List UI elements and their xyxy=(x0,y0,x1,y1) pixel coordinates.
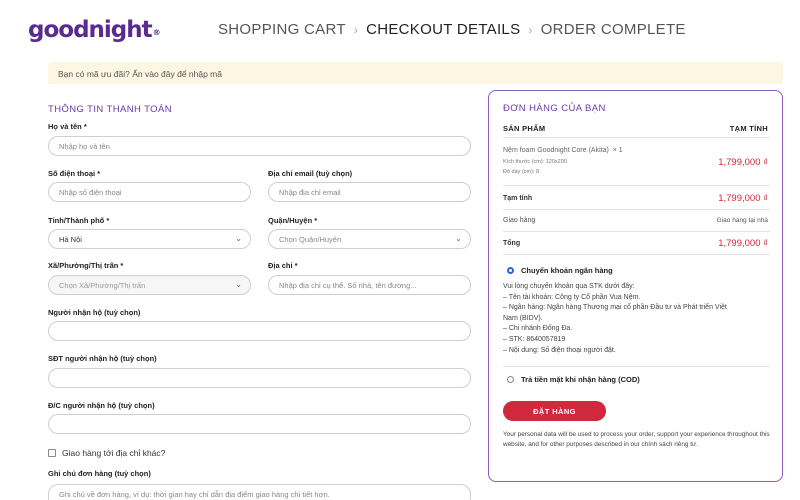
order-title: ĐƠN HÀNG CỦA BẠN xyxy=(503,103,606,114)
cod-radio[interactable] xyxy=(507,376,514,383)
product-name-row: Nệm foam Goodnight Core (Akita) × 1 xyxy=(503,147,623,154)
privacy-notice: Your personal data will be used to proce… xyxy=(503,431,770,448)
receiver-phone-label: SĐT người nhận hộ (tuỳ chọn) xyxy=(48,354,157,363)
ward-value: Chọn Xã/Phường/Thị trấn xyxy=(59,281,146,290)
divider xyxy=(503,137,770,138)
order-summary-box: ĐƠN HÀNG CỦA BẠN SẢN PHẨM TẠM TÍNH Nệm f… xyxy=(488,90,783,482)
address-label: Địa chỉ * xyxy=(268,261,298,270)
product-qty: × 1 xyxy=(612,147,623,154)
ship-different-label[interactable]: Giao hàng tới địa chỉ khác? xyxy=(62,448,165,458)
bank-transfer-label[interactable]: Chuyển khoản ngân hàng xyxy=(521,266,613,275)
email-label: Địa chỉ email (tuỳ chọn) xyxy=(268,169,353,178)
ward-label: Xã/Phường/Thị trấn * xyxy=(48,261,124,270)
product-name: Nệm foam Goodnight Core (Akita) xyxy=(503,147,609,154)
place-order-button[interactable]: ĐẶT HÀNG xyxy=(503,401,606,421)
ship-different-row[interactable]: Giao hàng tới địa chỉ khác? xyxy=(48,448,165,458)
chevron-down-icon: ⌄ xyxy=(455,234,462,243)
product-size: Kích thước (cm): 120x200 xyxy=(503,159,567,165)
bank-info-line: – Ngân hàng: Ngân hàng Thương mại cổ phầ… xyxy=(503,304,727,312)
bank-info-line: Nam (BIDV). xyxy=(503,314,543,322)
step-order-complete: ORDER COMPLETE xyxy=(540,21,686,38)
district-label: Quận/Huyện * xyxy=(268,216,318,225)
phone-label: Số điện thoại * xyxy=(48,169,101,178)
product-thickness: Độ dày (cm): 8 xyxy=(503,169,540,175)
receiver-address-label: Đ/C người nhận hộ (tuỳ chọn) xyxy=(48,401,155,410)
bank-transfer-radio[interactable] xyxy=(507,267,514,274)
province-select[interactable]: Hà Nội ⌄ xyxy=(48,229,251,249)
full-name-input[interactable]: Nhập họ và tên xyxy=(48,136,471,156)
receiver-address-input[interactable] xyxy=(48,414,471,434)
chevron-right-icon: › xyxy=(353,22,359,37)
col-product-header: SẢN PHẨM xyxy=(503,124,546,133)
coupon-text[interactable]: Bạn có mã ưu đãi? Ấn vào đây để nhập mã xyxy=(58,69,222,79)
subtotal-label: Tạm tính xyxy=(503,195,533,202)
chevron-right-icon: › xyxy=(528,22,533,37)
goodnight-logo[interactable]: goodnight® xyxy=(28,17,161,43)
order-notes-textarea[interactable]: Ghi chú về đơn hàng, ví dụ: thời gian ha… xyxy=(48,484,471,500)
divider xyxy=(503,231,770,232)
bank-info-line: – STK: 8640057819 xyxy=(503,335,566,343)
registered-mark: ® xyxy=(152,28,161,37)
district-value: Chọn Quận/Huyện xyxy=(279,235,342,244)
receiver-phone-input[interactable] xyxy=(48,368,471,388)
bank-info-line: Vui lòng chuyển khoản qua STK dưới đây: xyxy=(503,283,635,290)
divider xyxy=(503,254,770,255)
ward-select[interactable]: Chọn Xã/Phường/Thị trấn ⌄ xyxy=(48,275,251,295)
bank-transfer-instructions: Vui lòng chuyển khoản qua STK dưới đây: … xyxy=(503,282,771,356)
step-shopping-cart[interactable]: SHOPPING CART xyxy=(218,21,346,38)
province-value: Hà Nội xyxy=(59,235,82,244)
chevron-down-icon: ⌄ xyxy=(235,234,242,243)
shipping-label: Giao hàng xyxy=(503,217,536,224)
chevron-down-icon: ⌄ xyxy=(235,280,242,289)
divider xyxy=(503,185,770,186)
bank-info-line: – Chi nhánh Đống Đa. xyxy=(503,325,573,333)
address-input[interactable]: Nhập địa chỉ cụ thể. Số nhà, tên đường..… xyxy=(268,275,471,295)
full-name-label: Họ và tên * xyxy=(48,122,87,131)
step-checkout-details[interactable]: CHECKOUT DETAILS xyxy=(366,21,520,38)
order-notes-label: Ghi chú đơn hàng (tuỳ chọn) xyxy=(48,469,151,478)
cod-label[interactable]: Trả tiền mặt khi nhận hàng (COD) xyxy=(521,375,640,384)
bank-info-line: – Tên tài khoản: Công ty Cổ phần Vua Nệm… xyxy=(503,293,641,301)
subtotal-value: 1,799,000 ₫ xyxy=(718,193,768,204)
total-label: Tổng xyxy=(503,240,521,247)
receiver-name-input[interactable] xyxy=(48,321,471,341)
province-label: Tỉnh/Thành phố * xyxy=(48,216,110,225)
bank-info-line: – Nội dung: Số điện thoại người đặt. xyxy=(503,346,616,354)
divider xyxy=(503,209,770,210)
ship-different-checkbox[interactable] xyxy=(48,449,56,457)
phone-input[interactable]: Nhập số điện thoại xyxy=(48,182,251,202)
divider xyxy=(503,366,770,367)
email-input[interactable]: Nhập địa chỉ email xyxy=(268,182,471,202)
logo-text: goodnight xyxy=(28,17,153,43)
col-subtotal-header: TẠM TÍNH xyxy=(729,124,768,133)
receiver-name-label: Người nhận hộ (tuỳ chọn) xyxy=(48,308,141,317)
billing-title: THÔNG TIN THANH TOÁN xyxy=(48,104,172,115)
coupon-notice[interactable]: Bạn có mã ưu đãi? Ấn vào đây để nhập mã xyxy=(48,62,783,84)
shipping-value: Giao hàng tại nhà xyxy=(716,217,768,224)
district-select[interactable]: Chọn Quận/Huyện ⌄ xyxy=(268,229,471,249)
checkout-steps: SHOPPING CART › CHECKOUT DETAILS › ORDER… xyxy=(218,21,686,38)
total-value: 1,799,000 ₫ xyxy=(718,238,768,249)
product-price: 1,799,000 ₫ xyxy=(718,157,768,168)
